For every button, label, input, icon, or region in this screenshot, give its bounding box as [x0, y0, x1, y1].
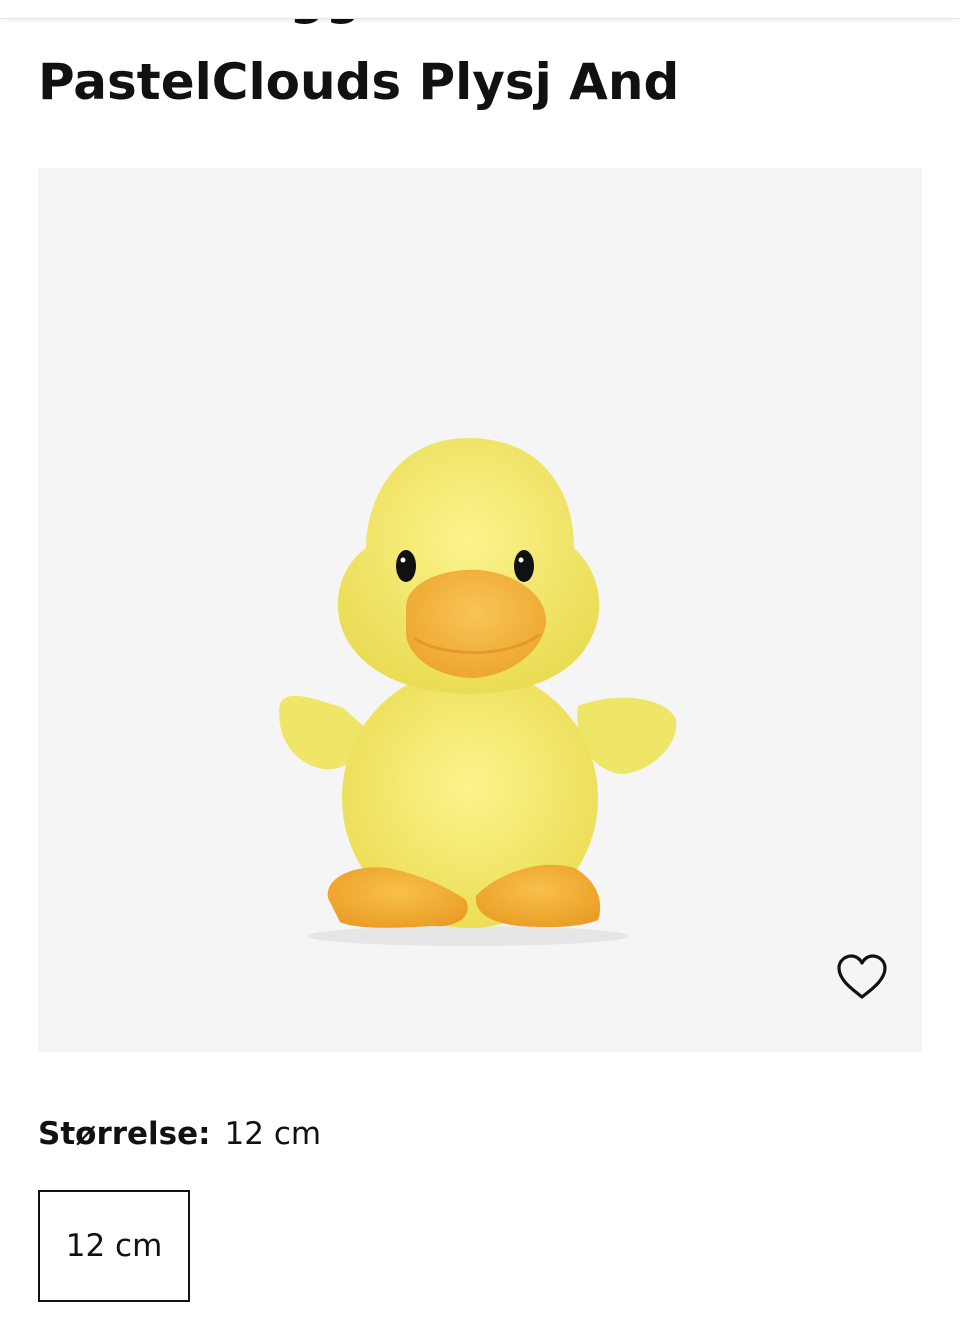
- product-title: PastelClouds Plysj And: [38, 53, 680, 111]
- size-label: Størrelse:: [38, 1116, 211, 1152]
- size-row: Størrelse: 12 cm: [38, 1112, 321, 1156]
- product-page: Little&Bigger PastelClouds Plysj And: [0, 0, 960, 1333]
- product-image-panel[interactable]: [38, 168, 922, 1052]
- size-option-12cm[interactable]: 12 cm: [38, 1190, 190, 1302]
- selected-size-value: 12 cm: [224, 1116, 322, 1152]
- product-image: [279, 438, 677, 946]
- heart-outline-icon: [837, 954, 887, 999]
- favorite-button[interactable]: [832, 950, 892, 1004]
- top-bar: [0, 0, 960, 19]
